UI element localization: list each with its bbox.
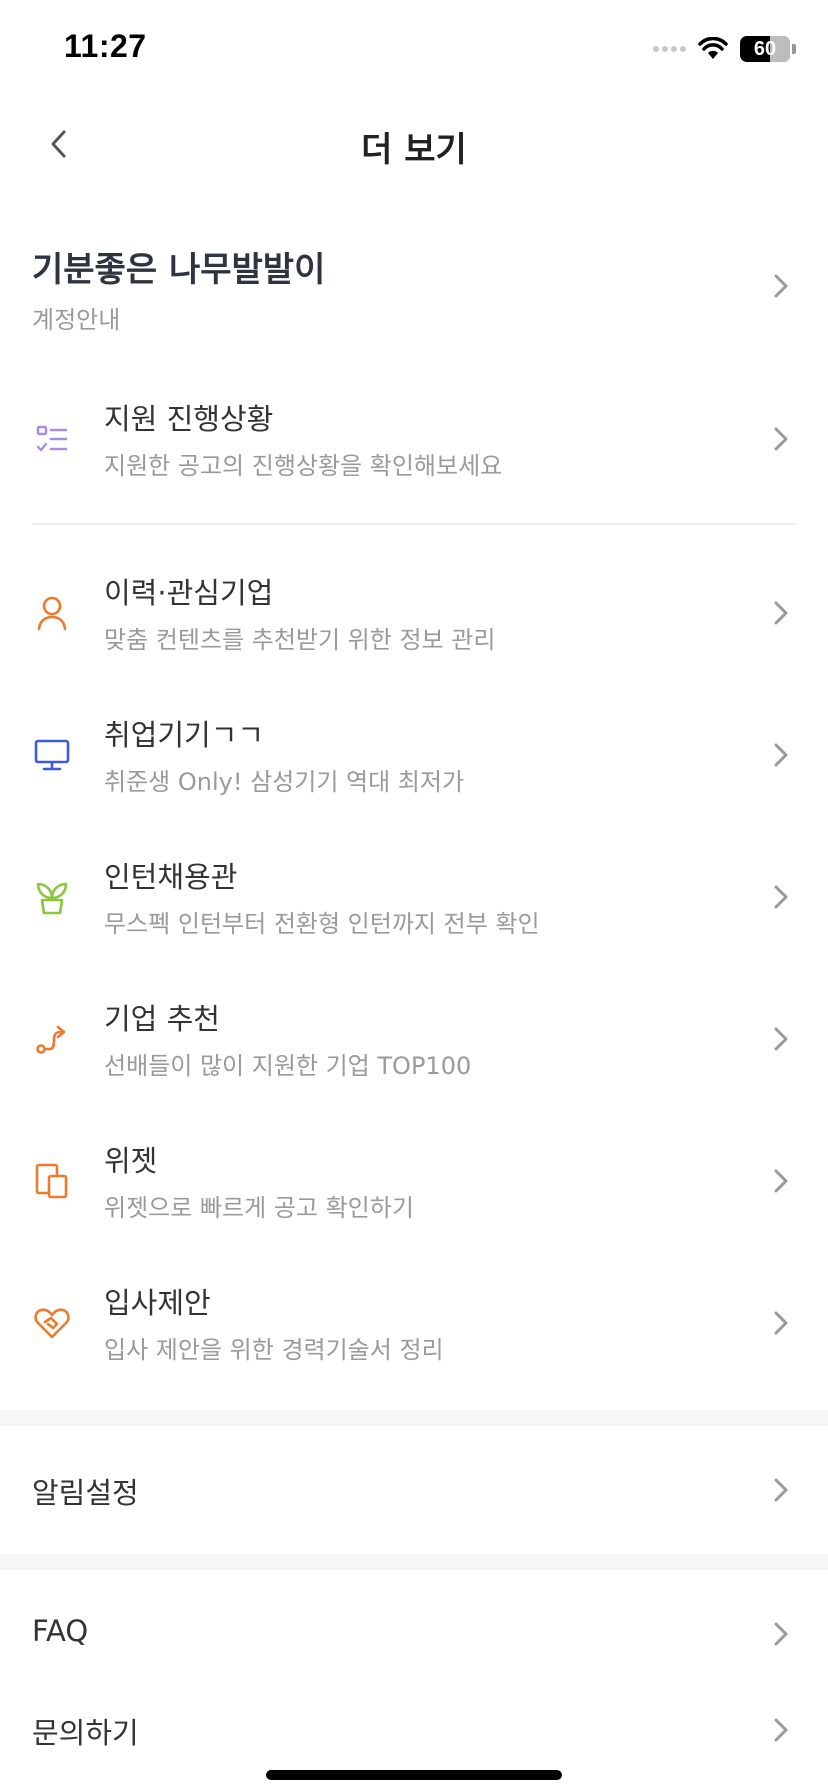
faq-label: FAQ — [32, 1614, 89, 1648]
menu-item-subtitle: 취준생 Only! 삼성기기 역대 최저가 — [104, 768, 465, 796]
person-icon — [32, 593, 72, 633]
menu-item-application-status[interactable]: 지원 진행상황 지원한 공고의 진행상황을 확인해보세요 — [0, 374, 828, 504]
battery-icon: 60 — [740, 36, 790, 62]
notification-settings-row[interactable]: 알림설정 — [0, 1442, 828, 1538]
notification-settings-label: 알림설정 — [32, 1476, 139, 1510]
menu-item-resume-interest[interactable]: 이력·관심기업 맞춤 컨텐츠를 추천받기 위한 정보 관리 — [0, 548, 828, 678]
menu-item-subtitle: 무스펙 인턴부터 전환형 인턴까지 전부 확인 — [104, 910, 540, 938]
widget-icon — [32, 1161, 72, 1201]
menu-item-devices[interactable]: 취업기기ㄱㄱ 취준생 Only! 삼성기기 역대 최저가 — [0, 690, 828, 820]
chevron-right-icon — [774, 274, 788, 298]
chevron-right-icon — [774, 743, 788, 767]
menu-item-job-offer[interactable]: 입사제안 입사 제안을 위한 경력기술서 정리 — [0, 1258, 828, 1388]
section-divider — [0, 1554, 828, 1570]
menu-item-title: 이력·관심기업 — [104, 576, 274, 610]
chevron-right-icon — [774, 1027, 788, 1051]
inquiry-row[interactable]: 문의하기 — [0, 1682, 828, 1778]
menu-item-title: 입사제안 — [104, 1286, 211, 1320]
checklist-icon — [32, 419, 72, 459]
menu-item-title: 위젯 — [104, 1144, 158, 1178]
monitor-icon — [32, 735, 72, 775]
section-divider — [0, 1410, 828, 1426]
chevron-right-icon — [774, 1622, 788, 1646]
chevron-right-icon — [774, 427, 788, 451]
profile-subtitle: 계정안내 — [32, 306, 121, 334]
menu-item-subtitle: 입사 제안을 위한 경력기술서 정리 — [104, 1336, 444, 1364]
cellular-signal-icon — [653, 46, 686, 52]
menu-item-title: 기업 추천 — [104, 1002, 220, 1036]
heart-handshake-icon — [32, 1303, 72, 1343]
chevron-right-icon — [774, 1478, 788, 1502]
route-icon — [32, 1019, 72, 1059]
menu-item-subtitle: 위젯으로 빠르게 공고 확인하기 — [104, 1194, 414, 1222]
page-title: 더 보기 — [361, 130, 467, 170]
divider — [32, 523, 796, 525]
wifi-icon — [698, 37, 728, 59]
menu-item-subtitle: 지원한 공고의 진행상황을 확인해보세요 — [104, 452, 503, 480]
battery-cap — [792, 44, 796, 54]
chevron-right-icon — [774, 885, 788, 909]
menu-item-title: 취업기기ㄱㄱ — [104, 718, 265, 752]
menu-item-widget[interactable]: 위젯 위젯으로 빠르게 공고 확인하기 — [0, 1116, 828, 1246]
menu-item-title: 인턴채용관 — [104, 860, 238, 894]
sprout-icon — [32, 877, 72, 917]
chevron-right-icon — [774, 1718, 788, 1742]
chevron-right-icon — [774, 1311, 788, 1335]
menu-item-subtitle: 선배들이 많이 지원한 기업 TOP100 — [104, 1052, 472, 1080]
battery-percent: 60 — [753, 37, 777, 60]
profile-name: 기분좋은 나무발발이 — [32, 250, 326, 290]
status-time: 11:27 — [64, 28, 147, 64]
nav-bar: 더 보기 — [0, 100, 828, 188]
chevron-right-icon — [774, 1169, 788, 1193]
menu-item-subtitle: 맞춤 컨텐츠를 추천받기 위한 정보 관리 — [104, 626, 496, 654]
profile-row[interactable]: 기분좋은 나무발발이 계정안내 — [0, 228, 828, 344]
status-bar: 11:27 60 — [0, 0, 828, 100]
inquiry-label: 문의하기 — [32, 1716, 139, 1750]
menu-item-title: 지원 진행상황 — [104, 402, 274, 436]
home-indicator[interactable] — [266, 1770, 562, 1780]
menu-item-intern[interactable]: 인턴채용관 무스펙 인턴부터 전환형 인턴까지 전부 확인 — [0, 832, 828, 962]
more-screen: 11:27 60 더 보기 기분좋은 나무발발이 계정안내 지원 진행상황 지원… — [0, 0, 828, 1792]
chevron-right-icon — [774, 601, 788, 625]
menu-item-company-recommend[interactable]: 기업 추천 선배들이 많이 지원한 기업 TOP100 — [0, 974, 828, 1104]
status-indicators: 60 — [653, 34, 796, 64]
faq-row[interactable]: FAQ — [0, 1586, 828, 1682]
